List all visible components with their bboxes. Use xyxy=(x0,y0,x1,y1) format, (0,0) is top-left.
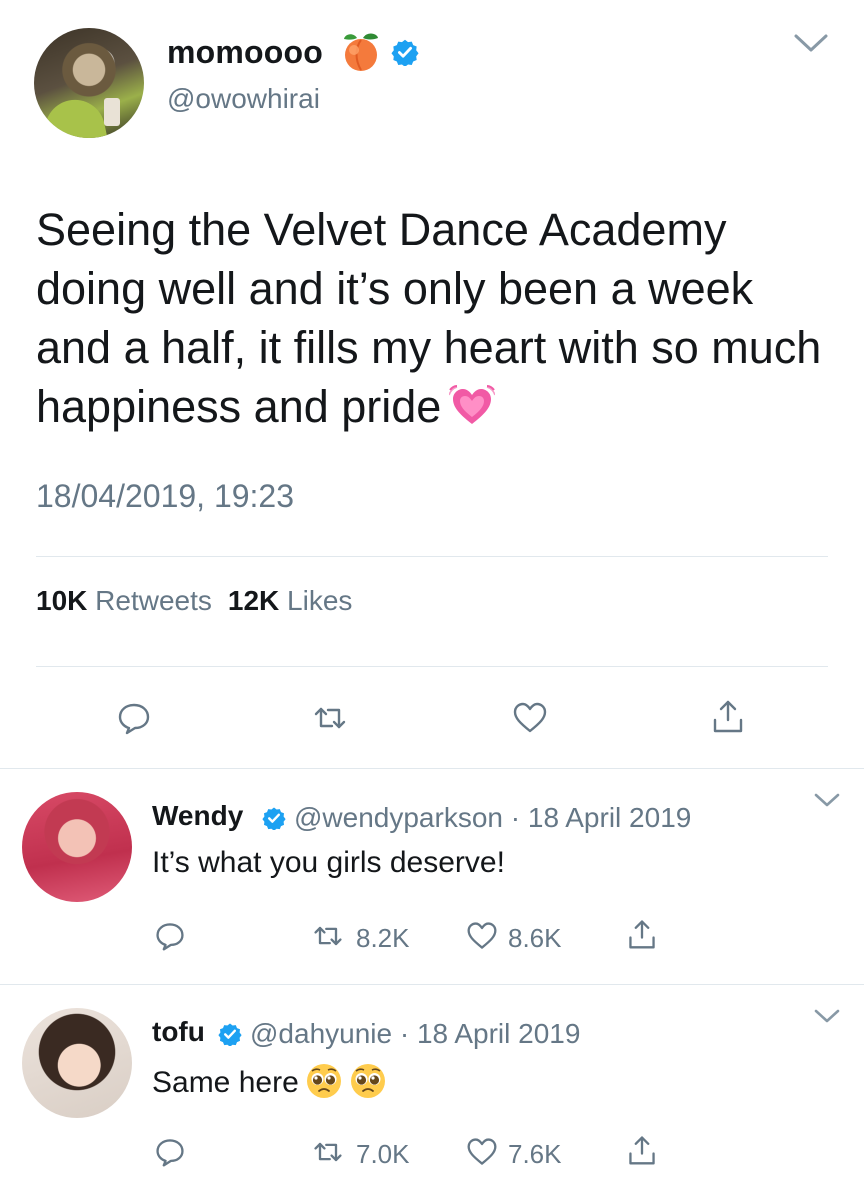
likes-label[interactable]: Likes xyxy=(287,585,352,616)
like-count[interactable]: 8.6K xyxy=(508,923,562,954)
reply-meta: @dahyunie · 18 April 2019 xyxy=(250,1018,580,1050)
meta-separator: · xyxy=(399,1018,410,1049)
retweet-count[interactable]: 8.2K xyxy=(356,923,410,954)
like-icon[interactable] xyxy=(512,700,548,736)
retweet-icon[interactable] xyxy=(312,700,348,736)
reply-date[interactable]: 18 April 2019 xyxy=(417,1018,580,1049)
reply-display-name[interactable]: Wendy xyxy=(152,800,243,832)
meta-separator: · xyxy=(510,802,521,833)
display-name[interactable]: momoooo xyxy=(167,34,323,71)
section-divider xyxy=(0,768,864,769)
tweet-body: Seeing the Velvet Dance Academy doing we… xyxy=(36,204,822,432)
share-icon[interactable] xyxy=(626,918,658,950)
retweet-count[interactable]: 7.0K xyxy=(356,1139,410,1170)
like-icon[interactable] xyxy=(466,920,498,952)
likes-count[interactable]: 12K xyxy=(228,585,279,616)
reply-date[interactable]: 18 April 2019 xyxy=(528,802,691,833)
divider xyxy=(36,556,828,557)
chevron-down-icon[interactable] xyxy=(792,30,830,56)
section-divider xyxy=(0,984,864,985)
reply-handle[interactable]: @wendyparkson xyxy=(294,802,503,833)
retweets-count[interactable]: 10K xyxy=(36,585,87,616)
reply-display-name[interactable]: tofu xyxy=(152,1016,205,1048)
divider xyxy=(36,666,828,667)
pleading-face-icon xyxy=(350,1064,385,1098)
reply-handle[interactable]: @dahyunie xyxy=(250,1018,392,1049)
tweet-text: Seeing the Velvet Dance Academy doing we… xyxy=(36,200,836,436)
reply-icon[interactable] xyxy=(154,1136,186,1168)
reply-body: Same here xyxy=(152,1066,299,1099)
retweet-icon[interactable] xyxy=(312,1136,344,1168)
reply-tweet[interactable]: tofu @dahyunie · 18 April 2019 Same here xyxy=(0,986,864,1200)
reply-icon[interactable] xyxy=(116,700,152,736)
retweets-label[interactable]: Retweets xyxy=(95,585,212,616)
retweet-icon[interactable] xyxy=(312,920,344,952)
reply-text: Same here xyxy=(152,1062,387,1100)
growing-heart-icon xyxy=(449,385,496,424)
reply-meta: @wendyparkson · 18 April 2019 xyxy=(294,802,691,834)
peach-icon xyxy=(344,33,378,71)
verified-badge-icon xyxy=(391,39,419,66)
reply-icon[interactable] xyxy=(154,920,186,952)
timestamp[interactable]: 18/04/2019, 19:23 xyxy=(36,478,294,515)
pleading-face-icon xyxy=(306,1064,341,1098)
main-tweet: momoooo @owowhirai Seeing the Velvet Dan… xyxy=(0,0,864,768)
verified-badge-icon xyxy=(218,1023,242,1046)
handle[interactable]: @owowhirai xyxy=(167,83,320,115)
engagement-stats: 10K Retweets 12K Likes xyxy=(36,585,352,617)
verified-badge-icon xyxy=(262,807,286,830)
chevron-down-icon[interactable] xyxy=(812,1006,842,1026)
reply-tweet[interactable]: Wendy @wendyparkson · 18 April 2019 It’s… xyxy=(0,770,864,985)
like-count[interactable]: 7.6K xyxy=(508,1139,562,1170)
share-icon[interactable] xyxy=(626,1134,658,1166)
avatar-tofu[interactable] xyxy=(22,1008,132,1118)
avatar-momoooo[interactable] xyxy=(34,28,144,138)
like-icon[interactable] xyxy=(466,1136,498,1168)
chevron-down-icon[interactable] xyxy=(812,790,842,810)
reply-text: It’s what you girls deserve! xyxy=(152,846,505,879)
avatar-wendy[interactable] xyxy=(22,792,132,902)
share-icon[interactable] xyxy=(710,698,746,734)
